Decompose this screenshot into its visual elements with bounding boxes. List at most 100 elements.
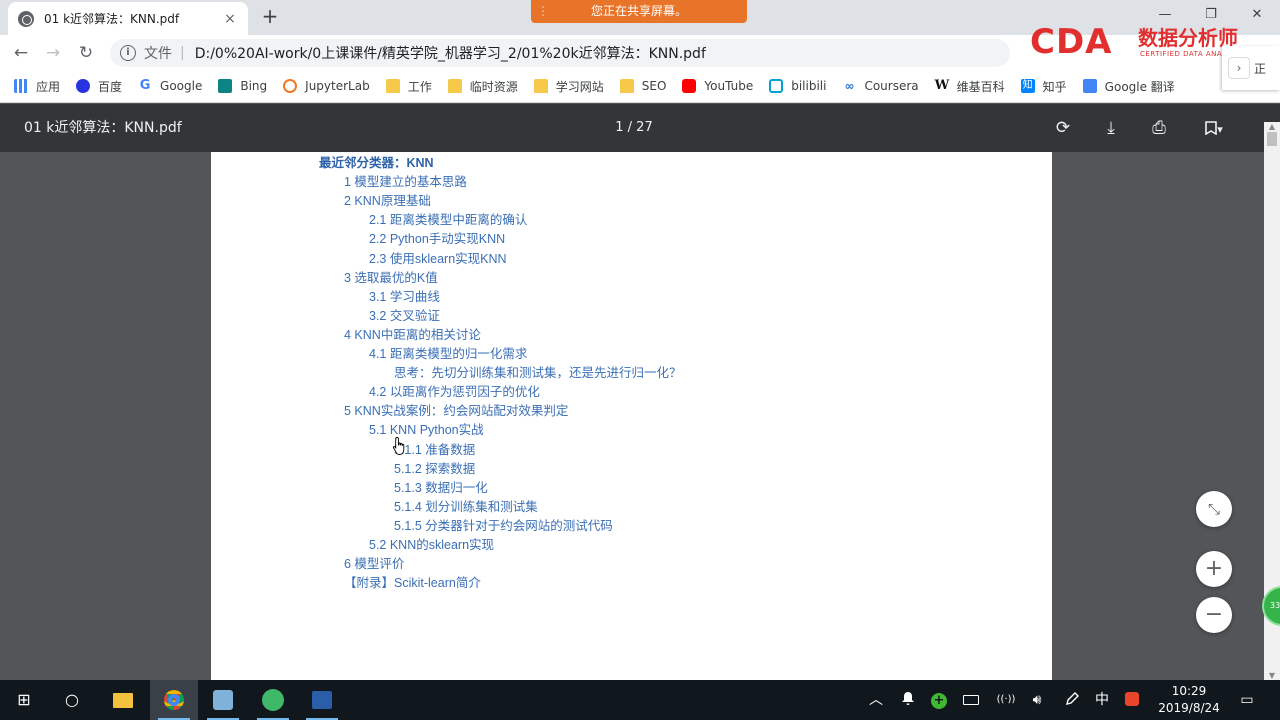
bookmark-item[interactable]: YouTube (682, 79, 753, 93)
pdf-toolbar: 01 k近邻算法：KNN.pdf 1 / 27 ⟳ ⤓ ⎙ ▾ (0, 104, 1280, 152)
powershell-icon[interactable] (298, 680, 346, 720)
ime-indicator[interactable]: 中 (1092, 680, 1112, 720)
bookmark-item[interactable]: JupyterLab (283, 79, 370, 93)
back-button[interactable]: ← (8, 40, 34, 66)
bookmark-item[interactable]: bilibili (769, 79, 826, 93)
bookmarks-bar: 应用 百度 G Google Bing JupyterLab 工作 临时资源 学习网站 SEO Yo… (0, 70, 1280, 103)
apps-icon (14, 79, 28, 93)
bookmark-item[interactable]: 应用 (14, 78, 60, 95)
pdf-viewport[interactable]: 最近邻分类器：KNN 1 模型建立的基本思路 2 KNN原理基础 2.1 距离类模型中… (0, 152, 1264, 680)
bookmark-label: 临时资源 (469, 79, 518, 94)
cda-logo-mark: CDA (1030, 22, 1113, 62)
toc-entry[interactable]: 5.1.1 准备数据 (394, 442, 475, 458)
toc-entry[interactable]: 2.1 距离类模型中距离的确认 (369, 212, 527, 228)
toc-entry[interactable]: 2.3 使用sklearn实现KNN (369, 251, 507, 267)
bookmark-item[interactable]: 工作 (385, 78, 432, 95)
zoom-out-button[interactable]: − (1196, 597, 1232, 633)
toc-entry[interactable]: 5.1.5 分类器针对于约会网站的测试代码 (394, 518, 613, 534)
bookmark-item[interactable]: G Google (138, 79, 203, 94)
file-explorer-icon[interactable] (99, 680, 147, 720)
bookmark-item[interactable]: 知知乎 (1020, 78, 1067, 95)
bookmark-menu-button[interactable]: ▾ (1196, 116, 1232, 140)
drag-grip-icon[interactable]: ⋮ (537, 0, 549, 23)
zhihu-icon: 知 (1020, 79, 1035, 93)
toc-entry[interactable]: 5.1 KNN Python实战 (369, 422, 484, 438)
windows-start-button[interactable]: ⊞ (0, 680, 48, 720)
toc-entry[interactable]: 6 模型评价 (344, 556, 404, 572)
forward-button[interactable]: → (40, 40, 66, 66)
url-text[interactable]: D:/0%20AI-work/0上课课件/精英学院_机器学习_2/01%20k近… (195, 43, 706, 63)
reload-button[interactable]: ↻ (73, 40, 99, 66)
toc-entry[interactable]: 思考：先切分训练集和测试集，还是先进行归一化？ (394, 365, 682, 381)
bookmark-item[interactable]: W 维基百科 (935, 78, 1005, 95)
coursera-icon: ∞ (844, 79, 855, 93)
scroll-down-arrow[interactable]: ▼ (1267, 671, 1277, 680)
rotate-icon[interactable]: ⟳ (1051, 116, 1075, 140)
bookmark-item[interactable]: Bing (218, 79, 267, 93)
bookmark-label: 知乎 (1042, 79, 1067, 94)
tab-close-button[interactable]: × (222, 11, 238, 27)
scrollbar-thumb[interactable] (1267, 132, 1277, 146)
chevron-right-icon[interactable]: › (1228, 57, 1250, 79)
print-icon[interactable]: ⎙ (1147, 116, 1171, 140)
download-icon[interactable]: ⤓ (1099, 116, 1123, 140)
toc-entry[interactable]: 3.1 学习曲线 (369, 289, 440, 305)
toc-entry[interactable]: 【附录】Scikit-learn简介 (344, 575, 481, 591)
app-icon[interactable] (199, 680, 247, 720)
zoom-in-button[interactable]: + (1196, 551, 1232, 587)
bookmark-label: Google (160, 79, 203, 93)
bookmark-label: 工作 (407, 79, 432, 94)
pen-icon[interactable] (1062, 680, 1082, 720)
toc-entry[interactable]: 5.1.2 探索数据 (394, 461, 475, 477)
bookmark-label: Coursera (864, 79, 919, 93)
screen-share-banner[interactable]: ⋮ 您正在共享屏幕。 (531, 0, 747, 23)
toc-entry[interactable]: 4 KNN中距离的相关讨论 (344, 327, 481, 343)
page-indicator[interactable]: 1 / 27 (600, 104, 668, 152)
bookmark-item[interactable]: 百度 (76, 78, 122, 95)
pdf-title: 01 k近邻算法：KNN.pdf (24, 120, 182, 136)
notes-app-icon[interactable] (249, 680, 297, 720)
bookmark-label: 维基百科 (956, 79, 1005, 94)
green-plus-icon[interactable]: + (928, 680, 950, 720)
bookmark-overflow-panel[interactable]: › 正 (1222, 46, 1280, 90)
bookmark-item[interactable]: 学习网站 (533, 78, 604, 95)
address-bar[interactable]: i 文件 | D:/0%20AI-work/0上课课件/精英学院_机器学习_2/… (110, 39, 1010, 67)
bookmark-item[interactable]: SEO (619, 79, 666, 93)
toc-entry[interactable]: 2.2 Python手动实现KNN (369, 231, 505, 247)
bookmark-icon (1205, 121, 1218, 136)
toc-entry[interactable]: 5.1.4 划分训练集和测试集 (394, 499, 538, 515)
toc-entry[interactable]: 5.1.3 数据归一化 (394, 480, 488, 496)
tray-chevron-icon[interactable]: ︿ (866, 680, 886, 720)
toc-entry[interactable]: 5.2 KNN的sklearn实现 (369, 537, 494, 553)
sogou-ime-icon[interactable] (1122, 680, 1142, 720)
scroll-up-arrow[interactable]: ▲ (1267, 122, 1277, 131)
toc-entry[interactable]: 3.2 交叉验证 (369, 308, 440, 324)
bookmark-item[interactable]: ∞ Coursera (842, 79, 918, 93)
chrome-icon[interactable] (150, 680, 198, 720)
notification-center-icon[interactable]: ▭ (1236, 680, 1258, 720)
bookmark-item[interactable]: Google 翻译 (1082, 78, 1175, 95)
folder-icon (533, 79, 548, 93)
wifi-icon[interactable]: ((·)) (994, 680, 1018, 720)
toc-entry[interactable]: 1 模型建立的基本思路 (344, 174, 467, 190)
fit-page-button[interactable]: ⤡ (1196, 491, 1232, 527)
browser-tab[interactable]: 01 k近邻算法：KNN.pdf × (8, 2, 248, 35)
toc-entry[interactable]: 5 KNN实战案例：约会网站配对效果判定 (344, 403, 568, 419)
system-clock[interactable]: 10:29 2019/8/24 (1146, 683, 1232, 717)
bing-icon (218, 79, 233, 93)
toc-entry[interactable]: 4.1 距离类模型的归一化需求 (369, 346, 527, 362)
toc-entry[interactable]: 4.2 以距离作为惩罚因子的优化 (369, 384, 540, 400)
volume-icon[interactable]: 🔊︎ (1026, 680, 1048, 720)
toc-entry[interactable]: 3 选取最优的K值 (344, 270, 438, 286)
screen-share-text: 您正在共享屏幕。 (590, 4, 687, 18)
site-info-icon[interactable]: i (120, 45, 136, 61)
battery-icon[interactable] (960, 680, 982, 720)
windows-taskbar: ⊞ ○ ︿ + ((·)) 🔊︎ 中 10:29 2019/8/24 ▭ (0, 680, 1280, 720)
bell-icon[interactable] (898, 680, 918, 720)
hand-cursor-icon (392, 437, 405, 455)
search-button[interactable]: ○ (48, 680, 96, 720)
bookmark-item[interactable]: 临时资源 (447, 78, 518, 95)
new-tab-button[interactable]: + (258, 5, 282, 29)
toc-entry[interactable]: 最近邻分类器：KNN (319, 155, 434, 171)
toc-entry[interactable]: 2 KNN原理基础 (344, 193, 431, 209)
